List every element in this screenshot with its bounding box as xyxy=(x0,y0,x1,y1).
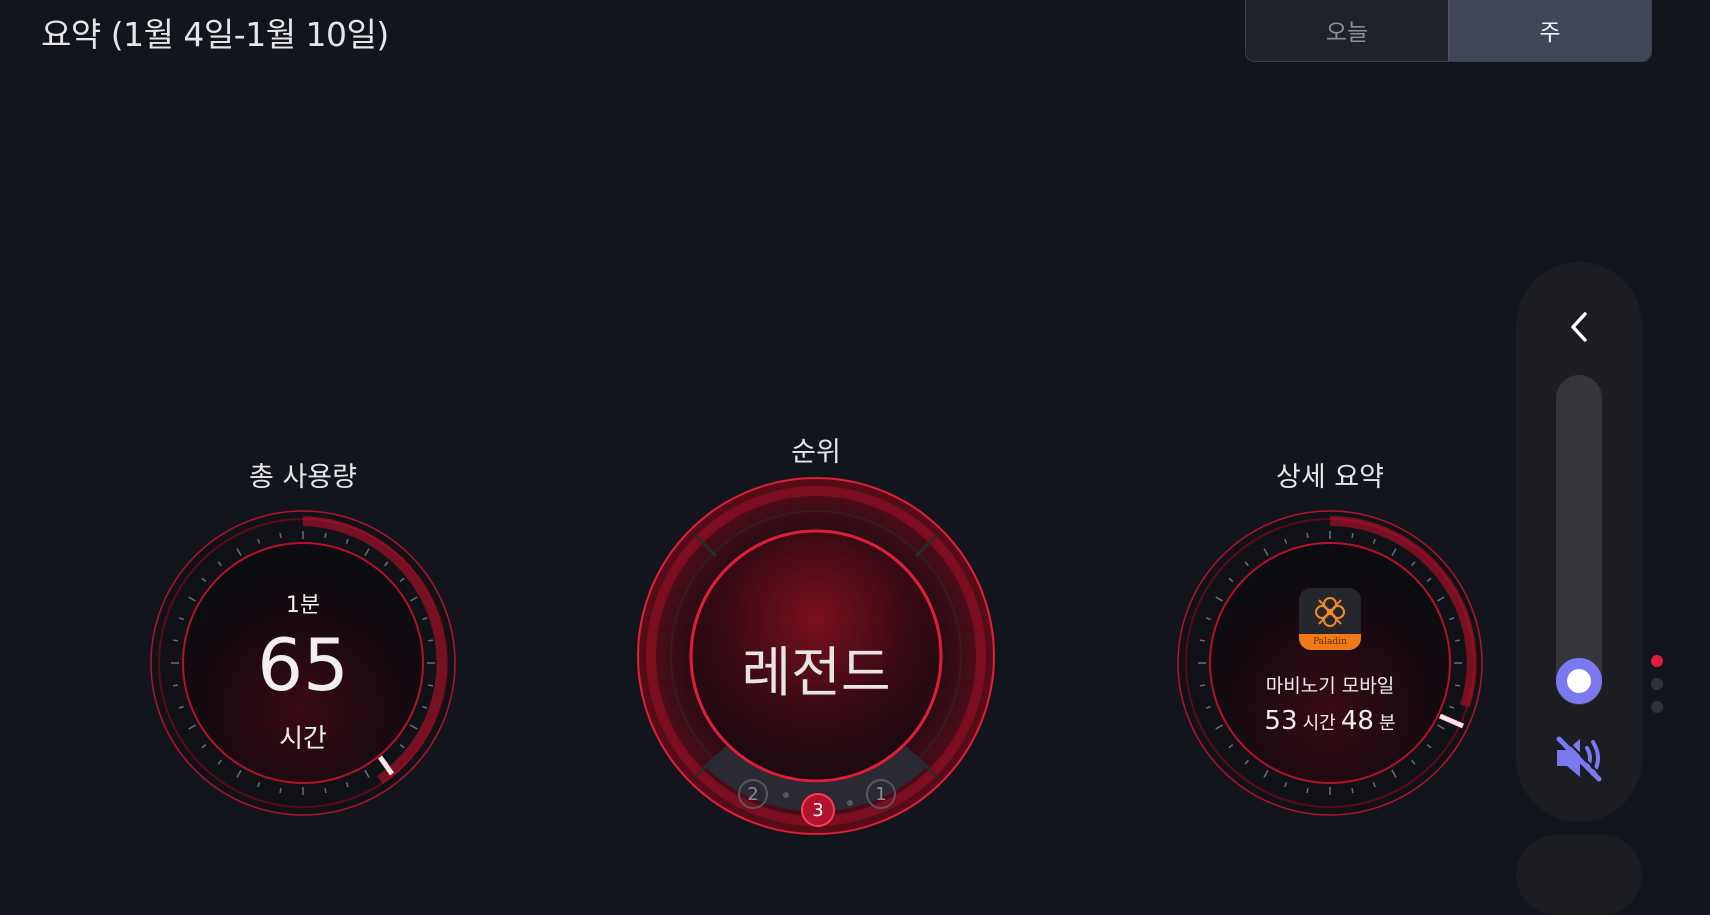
volume-slider[interactable] xyxy=(1556,375,1602,705)
side-panel-secondary xyxy=(1516,835,1642,915)
gauge-tick xyxy=(427,684,434,687)
app-icon: Paladin xyxy=(1299,588,1361,650)
gauge-tick xyxy=(324,532,327,539)
detail-minutes-unit: 분 xyxy=(1379,713,1396,734)
rank-title: 순위 xyxy=(791,437,841,468)
rank-value: 레전드 xyxy=(741,641,891,704)
tab-today[interactable]: 오늘 xyxy=(1246,0,1448,61)
gauge-tick xyxy=(172,684,179,687)
detail-hours: 53 xyxy=(1264,706,1298,736)
rank-step-dot xyxy=(847,800,853,806)
gauge-tick xyxy=(1454,639,1461,642)
gauge-tick xyxy=(1199,684,1206,687)
gauge-tick xyxy=(279,532,282,539)
gauge-tick xyxy=(1351,787,1354,794)
detail-duration: 53 시간 48 분 xyxy=(1264,706,1395,736)
rank-step-2: 2 xyxy=(738,779,768,809)
total-usage-title: 총 사용량 xyxy=(249,462,357,493)
detail-minutes: 48 xyxy=(1340,706,1374,736)
period-toggle: 오늘 주 xyxy=(1245,0,1652,62)
gauge-tick xyxy=(427,639,434,642)
detail-gauge xyxy=(1177,510,1483,816)
gauge-tick xyxy=(1306,532,1309,539)
rank-step-current: 3 xyxy=(801,793,835,827)
gauge-tick xyxy=(1306,787,1309,794)
page-indicator-dot[interactable] xyxy=(1651,678,1663,690)
gauge-tick xyxy=(172,639,179,642)
rank-step-dot xyxy=(783,792,789,798)
paladin-logo-icon xyxy=(1315,597,1345,627)
total-usage-value: 65 xyxy=(257,623,349,707)
speaker-muted-icon[interactable] xyxy=(1553,733,1607,783)
page-indicator-dot[interactable] xyxy=(1651,701,1663,713)
gauge-tick xyxy=(1454,684,1461,687)
total-usage-sublabel: 1분 xyxy=(285,593,321,618)
tab-week[interactable]: 주 xyxy=(1448,0,1651,61)
total-usage-unit: 시간 xyxy=(279,724,327,754)
gauge-tick xyxy=(1351,532,1354,539)
rank-step-1: 1 xyxy=(866,779,896,809)
detail-title: 상세 요약 xyxy=(1276,462,1384,493)
gauge-tick xyxy=(279,787,282,794)
volume-slider-thumb[interactable] xyxy=(1556,658,1602,704)
page-title: 요약 (1월 4일-1월 10일) xyxy=(41,15,389,54)
detail-hours-unit: 시간 xyxy=(1302,713,1336,734)
gauge-tick xyxy=(1199,639,1206,642)
page-indicator-dot-active[interactable] xyxy=(1651,655,1663,667)
app-icon-label: Paladin xyxy=(1299,634,1361,650)
detail-app-name: 마비노기 모바일 xyxy=(1265,675,1395,697)
gauge-tick xyxy=(324,787,327,794)
chevron-left-icon[interactable] xyxy=(1565,310,1593,344)
